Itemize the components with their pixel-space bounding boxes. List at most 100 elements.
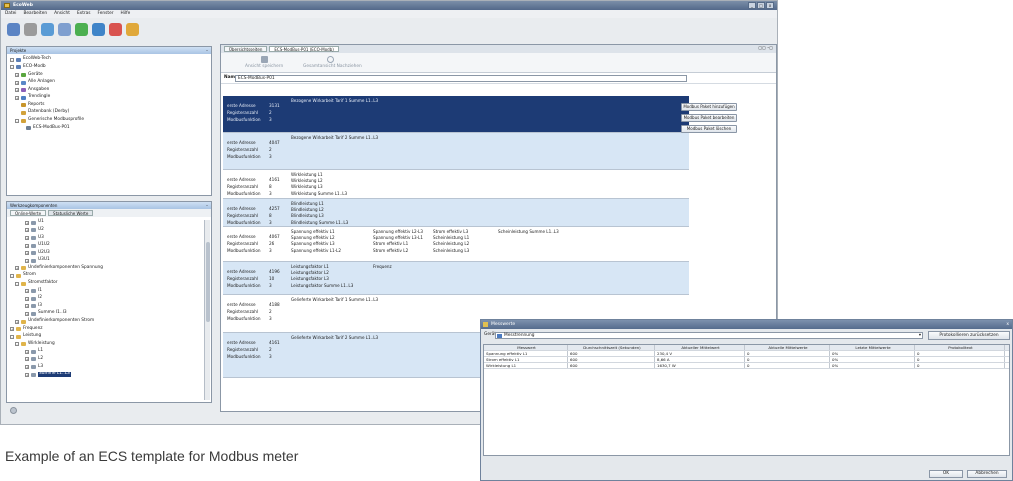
expand-toggle-icon[interactable]: + bbox=[25, 349, 29, 354]
copy-icon[interactable] bbox=[24, 23, 37, 36]
column-header[interactable]: Letzte Mittelwerte bbox=[830, 345, 915, 350]
tree-item[interactable]: - Stromstfaktor bbox=[10, 280, 201, 288]
column-header[interactable]: Aktuelle Mittelwerte bbox=[745, 345, 830, 350]
menu-item[interactable]: Fenster bbox=[98, 11, 114, 17]
vertical-scrollbar[interactable] bbox=[204, 220, 210, 400]
tree-item[interactable]: Datenbank (Derby) bbox=[10, 109, 208, 117]
tree-item[interactable]: + Summe L1..L3 bbox=[10, 371, 201, 379]
expand-toggle-icon[interactable]: + bbox=[15, 72, 19, 77]
expand-toggle-icon[interactable]: - bbox=[10, 57, 14, 62]
stop-icon[interactable] bbox=[109, 23, 122, 36]
menu-item[interactable]: Extras bbox=[77, 11, 91, 17]
tree-item[interactable]: + I1 bbox=[10, 287, 201, 295]
network-icon[interactable] bbox=[92, 23, 105, 36]
tree-item[interactable]: + L2 bbox=[10, 356, 201, 364]
column-header[interactable]: Aktueller Mittelwert bbox=[655, 345, 745, 350]
tree-item[interactable]: - Generische Modbusprofile bbox=[10, 117, 208, 125]
expand-toggle-icon[interactable]: + bbox=[15, 88, 19, 93]
expand-toggle-icon[interactable]: + bbox=[25, 243, 29, 248]
expand-toggle-icon[interactable]: - bbox=[10, 65, 14, 70]
tree-item[interactable]: + Undefinierkomponenten Strom bbox=[10, 318, 201, 326]
tree-item[interactable]: + Geräte bbox=[10, 71, 208, 79]
expand-toggle-icon[interactable]: + bbox=[25, 304, 29, 309]
expand-toggle-icon[interactable]: + bbox=[15, 319, 19, 324]
tree-item[interactable]: + L3 bbox=[10, 363, 201, 371]
tree-item[interactable]: + U3U1 bbox=[10, 257, 201, 265]
save-view-icon[interactable] bbox=[261, 56, 268, 63]
expand-toggle-icon[interactable]: - bbox=[15, 342, 19, 347]
dialog-close-icon[interactable]: x bbox=[1006, 320, 1009, 329]
menu-item[interactable]: Bearbeiten bbox=[23, 11, 47, 17]
menu-item[interactable]: Hilfe bbox=[120, 11, 130, 17]
pane-minimize-icon[interactable]: – bbox=[206, 47, 208, 54]
expand-toggle-icon[interactable]: + bbox=[15, 95, 19, 100]
expand-toggle-icon[interactable]: - bbox=[15, 281, 19, 286]
edit-packet-button[interactable]: Modbus Paket bearbeiten bbox=[681, 114, 737, 122]
close-button[interactable]: x bbox=[766, 2, 774, 9]
expand-toggle-icon[interactable]: + bbox=[25, 228, 29, 233]
modbus-packet-row[interactable]: erste Adresse 3131 Registeranzahl 2 Modbusfu… bbox=[223, 96, 689, 133]
tree-item[interactable]: - Strom bbox=[10, 272, 201, 280]
tab-static-values[interactable]: Statusliche Werte bbox=[48, 210, 94, 216]
undo-icon[interactable] bbox=[58, 23, 71, 36]
delete-packet-button[interactable]: Modbus Paket löschen bbox=[681, 125, 737, 133]
menu-item[interactable]: Ansicht bbox=[54, 11, 70, 17]
expand-toggle-icon[interactable]: + bbox=[25, 235, 29, 240]
refresh-icon[interactable] bbox=[41, 23, 54, 36]
expand-toggle-icon[interactable]: + bbox=[25, 311, 29, 316]
expand-toggle-icon[interactable]: + bbox=[15, 266, 19, 271]
tree-item[interactable]: - EcoWeb-Tech bbox=[10, 56, 208, 64]
menu-item[interactable]: Datei bbox=[5, 11, 16, 17]
tab-overview[interactable]: Übersichtsseiten bbox=[224, 46, 268, 52]
expand-toggle-icon[interactable]: + bbox=[25, 220, 29, 225]
tree-item[interactable]: + U1 bbox=[10, 219, 201, 227]
expand-toggle-icon[interactable]: - bbox=[10, 273, 14, 278]
expand-toggle-icon[interactable]: + bbox=[25, 357, 29, 362]
tree-item[interactable]: - ECO-Modb bbox=[10, 64, 208, 72]
expand-toggle-icon[interactable]: + bbox=[10, 327, 14, 332]
expand-toggle-icon[interactable]: + bbox=[25, 372, 29, 377]
tree-item[interactable]: + U2U3 bbox=[10, 249, 201, 257]
tree-item[interactable]: + U3 bbox=[10, 234, 201, 242]
tree-item[interactable]: + Undefinierkomponenten Spannung bbox=[10, 265, 201, 273]
tree-item[interactable]: ECS-ModBus-P01 bbox=[10, 124, 208, 132]
green-circle-icon[interactable] bbox=[75, 23, 88, 36]
expand-toggle-icon[interactable]: - bbox=[15, 118, 19, 123]
device-select[interactable]: Messtrennung ▾ bbox=[495, 332, 923, 339]
tab-modbus-profile[interactable]: ECS-ModBus-P01 (ECO-Modb) bbox=[269, 46, 339, 52]
tree-item[interactable]: + I3 bbox=[10, 303, 201, 311]
expand-toggle-icon[interactable]: + bbox=[25, 258, 29, 263]
expand-toggle-icon[interactable]: + bbox=[25, 365, 29, 370]
maximize-button[interactable]: □ bbox=[757, 2, 765, 9]
column-header[interactable]: Protokolltext bbox=[915, 345, 1005, 350]
tree-item[interactable]: - Leistung bbox=[10, 333, 201, 341]
expand-toggle-icon[interactable]: + bbox=[25, 251, 29, 256]
scrollbar-thumb[interactable] bbox=[206, 242, 210, 322]
tree-item[interactable]: + Trendingle bbox=[10, 94, 208, 102]
reset-logging-button[interactable]: Protokollieren zurücksetzen bbox=[928, 331, 1010, 340]
tree-item[interactable]: + Summe I1..I3 bbox=[10, 310, 201, 318]
modbus-packet-row[interactable]: erste Adresse 4047 Registeranzahl 2 Modbusfu… bbox=[223, 133, 689, 170]
tree-item[interactable]: + U2 bbox=[10, 227, 201, 235]
wand-icon[interactable] bbox=[126, 23, 139, 36]
minimize-button[interactable]: _ bbox=[748, 2, 756, 9]
column-header[interactable]: Messwert bbox=[484, 345, 568, 350]
tree-item[interactable]: + I2 bbox=[10, 295, 201, 303]
pane-minimize-icon[interactable]: – bbox=[206, 202, 208, 209]
tree-item[interactable]: + Frequenz bbox=[10, 325, 201, 333]
table-row[interactable]: Wirkleistung L1 600 1630,7 W 0 0% 0 bbox=[484, 363, 1009, 369]
modbus-packet-row[interactable]: erste Adresse 4161 Registeranzahl 8 Modbusfu… bbox=[223, 170, 689, 199]
tab-online-values[interactable]: Online-Werte bbox=[10, 210, 47, 216]
tree-item[interactable]: - Wirkleistung bbox=[10, 341, 201, 349]
tree-item[interactable]: + Ansgaben bbox=[10, 86, 208, 94]
modbus-packet-row[interactable]: erste Adresse 4196 Registeranzahl 10 Modbusf… bbox=[223, 262, 689, 295]
expand-toggle-icon[interactable]: - bbox=[10, 334, 14, 339]
update-view-button[interactable]: Gesamtansicht Nachziehen bbox=[303, 64, 362, 70]
add-packet-button[interactable]: Modbus Paket hinzufügen bbox=[681, 103, 737, 111]
modbus-packet-row[interactable]: erste Adresse 4067 Registeranzahl 26 Modbusf… bbox=[223, 227, 689, 262]
save-icon[interactable] bbox=[7, 23, 20, 36]
chevron-down-icon[interactable]: ▾ bbox=[919, 333, 921, 338]
name-input[interactable]: ECS-ModBus-P01 bbox=[235, 75, 687, 82]
expand-toggle-icon[interactable]: + bbox=[15, 80, 19, 85]
save-view-button[interactable]: Ansicht speichern bbox=[245, 64, 283, 70]
